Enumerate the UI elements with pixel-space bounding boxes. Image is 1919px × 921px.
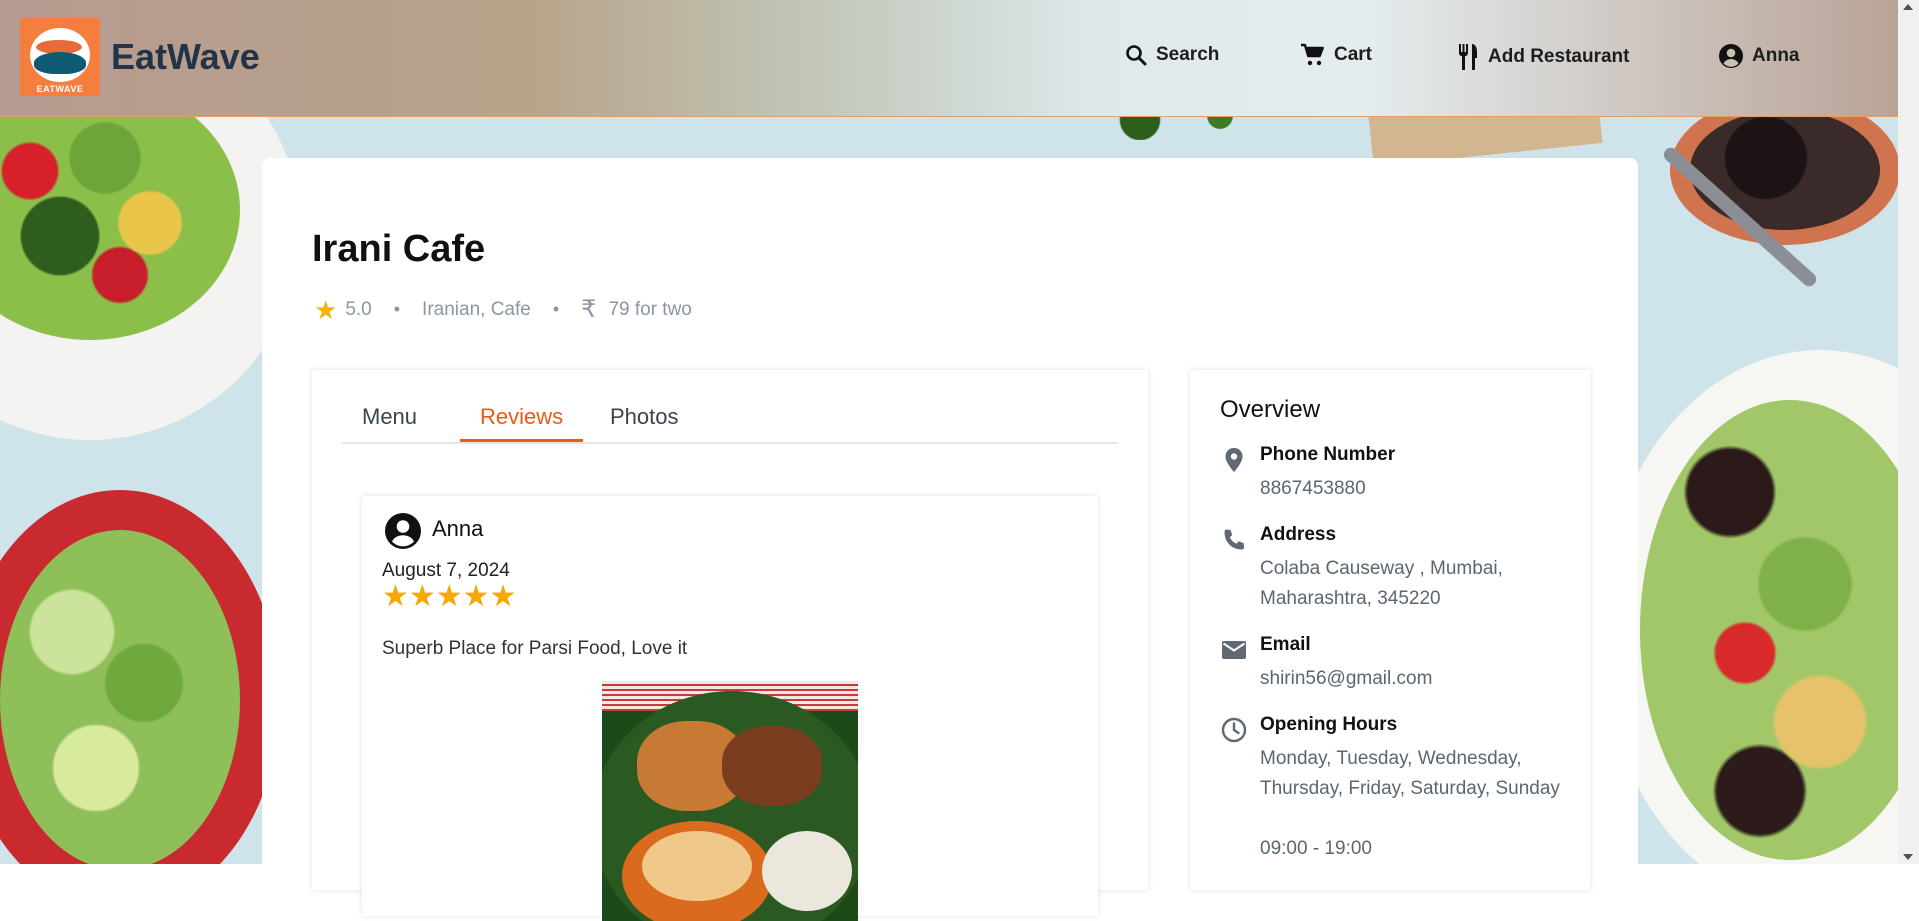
email-label: Email xyxy=(1260,634,1311,655)
reviewer-avatar-icon xyxy=(385,513,421,549)
tab-reviews[interactable]: Reviews xyxy=(460,400,584,442)
restaurant-icon xyxy=(1459,44,1477,70)
scroll-up-arrow-icon[interactable] xyxy=(1903,4,1913,10)
restaurant-cost: 79 for two xyxy=(608,298,692,320)
nav-add-restaurant-label: Add Restaurant xyxy=(1488,46,1630,67)
nav-cart[interactable]: Cart xyxy=(1300,43,1372,67)
restaurant-cuisines: Iranian, Cafe xyxy=(422,298,531,320)
tab-bar: Menu Reviews Photos xyxy=(342,400,1118,444)
clock-icon xyxy=(1221,717,1247,743)
overview-panel: Overview Phone Number 8867453880 Address… xyxy=(1190,370,1590,890)
meta-separator: • xyxy=(552,299,560,319)
scroll-down-arrow-icon[interactable] xyxy=(1903,854,1913,860)
salad-bowl-image xyxy=(0,490,280,864)
restaurant-name: Irani Cafe xyxy=(312,228,486,270)
nav-cart-label: Cart xyxy=(1334,44,1373,65)
review-date: August 7, 2024 xyxy=(382,560,510,581)
nav-search-label: Search xyxy=(1156,44,1220,65)
hours-time: 09:00 - 19:00 xyxy=(1260,838,1372,859)
phone-value: 8867453880 xyxy=(1260,478,1366,499)
nav-search[interactable]: Search xyxy=(1124,43,1219,67)
nav-user-profile[interactable]: Anna xyxy=(1718,43,1800,69)
email-icon xyxy=(1222,641,1246,659)
address-label: Address xyxy=(1260,524,1337,545)
top-navbar: EATWAVE EatWave Search Cart Add Restaura… xyxy=(0,0,1898,117)
restaurant-rating: 5.0 xyxy=(345,298,372,320)
restaurant-detail-card: Irani Cafe ★ 5.0 • Iranian, Cafe • ₹ 79 … xyxy=(262,158,1638,921)
address-value: Colaba Causeway , Mumbai, Maharashtra, 3… xyxy=(1260,558,1503,609)
olive-bowl-image xyxy=(1670,95,1898,245)
phone-icon xyxy=(1224,529,1245,550)
phone-label: Phone Number xyxy=(1260,444,1396,465)
tab-photos[interactable]: Photos xyxy=(590,400,699,442)
review-photo[interactable] xyxy=(602,681,858,921)
email-info: Email shirin56@gmail.com xyxy=(1220,634,1580,694)
page-scrollbar[interactable] xyxy=(1898,0,1919,864)
hours-info: Opening Hours Monday, Tuesday, Wednesday… xyxy=(1220,714,1580,864)
meta-separator: • xyxy=(393,299,401,319)
location-pin-icon xyxy=(1225,448,1243,472)
restaurant-meta: ★ 5.0 • Iranian, Cafe • ₹ 79 for two xyxy=(314,295,692,324)
hours-label: Opening Hours xyxy=(1260,714,1398,735)
search-icon xyxy=(1126,45,1147,66)
content-panel: Menu Reviews Photos Anna August 7, 2024 … xyxy=(312,370,1148,921)
nav-user-label: Anna xyxy=(1752,45,1800,66)
user-avatar-icon xyxy=(1719,44,1743,68)
brand-name[interactable]: EatWave xyxy=(111,36,260,78)
logo-text: EATWAVE xyxy=(36,84,84,94)
hours-days: Monday, Tuesday, Wednesday, Thursday, Fr… xyxy=(1260,748,1560,799)
address-info: Address Colaba Causeway , Mumbai, Mahara… xyxy=(1220,524,1580,614)
cart-icon xyxy=(1301,43,1324,66)
reviewer-name: Anna xyxy=(432,516,484,541)
rupee-icon: ₹ xyxy=(581,296,597,323)
rating-star-icon: ★ xyxy=(314,294,338,325)
bean-salad-plate-image xyxy=(1600,350,1898,864)
tab-menu[interactable]: Menu xyxy=(342,400,437,442)
eatwave-logo[interactable]: EATWAVE xyxy=(20,18,100,96)
email-value[interactable]: shirin56@gmail.com xyxy=(1260,664,1560,694)
review-card: Anna August 7, 2024 ★★★★★ Superb Place f… xyxy=(362,496,1098,921)
phone-info: Phone Number 8867453880 xyxy=(1220,444,1580,504)
nav-add-restaurant[interactable]: Add Restaurant xyxy=(1456,43,1629,71)
overview-title: Overview xyxy=(1220,396,1321,423)
review-text: Superb Place for Parsi Food, Love it xyxy=(382,638,688,659)
review-star-rating: ★★★★★ xyxy=(382,580,517,613)
